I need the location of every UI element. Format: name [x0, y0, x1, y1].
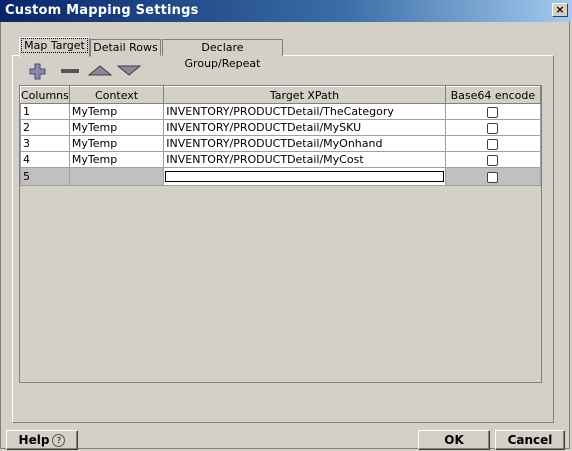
column-number-cell[interactable]: 3 [20, 135, 70, 152]
base64-cell [444, 151, 542, 168]
xpath-input[interactable] [165, 171, 444, 182]
base64-checkbox[interactable] [487, 122, 499, 134]
close-icon: × [555, 3, 565, 16]
column-header-base64-encode[interactable]: Base64 encode [444, 86, 542, 104]
mapping-grid: Columns Context Target XPath Base64 enco… [19, 85, 542, 383]
table-row[interactable]: 1 MyTemp INVENTORY/PRODUCTDetail/TheCate… [20, 103, 542, 120]
context-cell[interactable]: MyTemp [68, 103, 165, 120]
column-header-context[interactable]: Context [68, 86, 165, 104]
xpath-edit-cell [163, 167, 446, 186]
move-up-button[interactable] [87, 62, 113, 79]
base64-cell [444, 103, 542, 120]
move-down-button[interactable] [116, 62, 142, 79]
column-header-target-xpath[interactable]: Target XPath [163, 86, 446, 104]
new-table-row[interactable]: 5 [20, 167, 542, 186]
base64-cell [444, 167, 542, 186]
remove-row-button[interactable] [59, 62, 81, 79]
help-button[interactable]: Help? [6, 430, 78, 450]
mapping-table: Columns Context Target XPath Base64 enco… [20, 86, 542, 186]
table-row[interactable]: 4 MyTemp INVENTORY/PRODUCTDetail/MyCost [20, 151, 542, 168]
ok-button[interactable]: OK [418, 430, 490, 450]
column-number-cell[interactable]: 4 [20, 151, 70, 168]
tab-detail-rows[interactable]: Detail Rows [90, 39, 161, 56]
base64-checkbox[interactable] [487, 154, 499, 166]
column-number-cell[interactable]: 2 [20, 119, 70, 136]
xpath-cell[interactable]: INVENTORY/PRODUCTDetail/MyOnhand [163, 135, 446, 152]
move-down-icon [116, 65, 142, 76]
header-row: Columns Context Target XPath Base64 enco… [20, 86, 542, 104]
xpath-cell[interactable]: INVENTORY/PRODUCTDetail/MySKU [163, 119, 446, 136]
context-cell[interactable]: MyTemp [68, 135, 165, 152]
add-row-button[interactable] [28, 62, 50, 80]
column-number-cell[interactable]: 1 [20, 103, 70, 120]
minus-icon [61, 69, 79, 73]
table-row[interactable]: 2 MyTemp INVENTORY/PRODUCTDetail/MySKU [20, 119, 542, 136]
base64-checkbox[interactable] [487, 138, 499, 150]
context-cell[interactable]: MyTemp [68, 151, 165, 168]
base64-cell [444, 119, 542, 136]
close-button[interactable]: × [552, 3, 568, 17]
question-mark-icon: ? [52, 434, 66, 447]
base64-checkbox[interactable] [487, 106, 499, 118]
tab-map-target[interactable]: Map Target [19, 37, 90, 57]
xpath-cell[interactable]: INVENTORY/PRODUCTDetail/MyCost [163, 151, 446, 168]
table-row[interactable]: 3 MyTemp INVENTORY/PRODUCTDetail/MyOnhan… [20, 135, 542, 152]
title-bar: Custom Mapping Settings × [0, 0, 572, 22]
column-header-columns[interactable]: Columns [20, 86, 70, 104]
context-cell[interactable] [68, 167, 165, 186]
plus-icon [29, 63, 46, 80]
base64-cell [444, 135, 542, 152]
button-bar: Help? OK Cancel [0, 427, 572, 451]
move-up-icon [87, 65, 113, 76]
column-number-cell[interactable]: 5 [20, 167, 70, 186]
xpath-cell[interactable]: INVENTORY/PRODUCTDetail/TheCategory [163, 103, 446, 120]
window-title: Custom Mapping Settings [5, 3, 199, 18]
context-cell[interactable]: MyTemp [68, 119, 165, 136]
tab-declare-group-repeat[interactable]: Declare Group/Repeat [162, 39, 283, 70]
cancel-button[interactable]: Cancel [495, 430, 565, 450]
base64-checkbox[interactable] [487, 171, 499, 183]
